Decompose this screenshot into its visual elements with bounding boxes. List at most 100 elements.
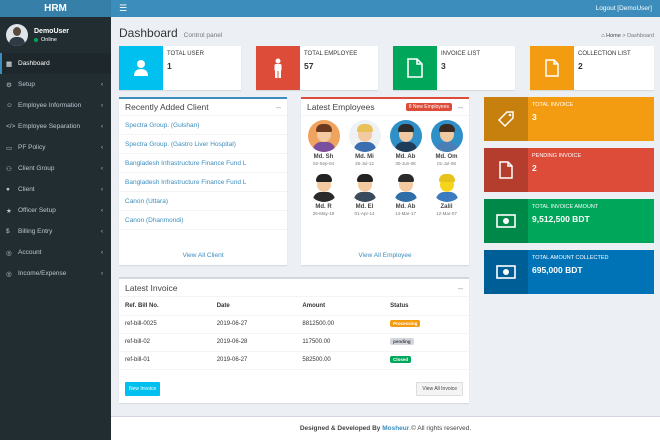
employee-name: Md. R — [315, 204, 332, 210]
sidebar-item-employee-separation[interactable]: </> Employee Separation ‹ — [0, 116, 111, 137]
employee-card[interactable]: Md. Om 01-Jul-08 — [426, 120, 467, 166]
sidebar-item-label: Account — [18, 249, 42, 256]
sidebar-item-employee-information[interactable]: ☺ Employee Information ‹ — [0, 95, 111, 116]
male-icon — [256, 46, 300, 90]
client-link[interactable]: Canon (Dhanmondi) — [119, 211, 287, 230]
sidebar-item-client-group[interactable]: ⚇ Client Group ‹ — [0, 158, 111, 179]
sidebar-item-label: Employee Separation — [18, 123, 81, 130]
summary-total-amount-collected[interactable]: TOTAL AMOUNT COLLECTED 695,000 BDT — [484, 250, 654, 294]
tag-icon — [484, 97, 528, 141]
client-link[interactable]: Spectra Group. (Gastro Liver Hospital) — [119, 135, 287, 154]
ref-cell: ref-bill-01 — [119, 351, 211, 370]
employee-card[interactable]: Md. Ab 14-Mar-17 — [385, 170, 426, 216]
info-box-collection-list[interactable]: COLLECTION LIST 2 — [530, 46, 654, 90]
sidebar-item-setup[interactable]: ⚙ Setup ‹ — [0, 74, 111, 95]
home-icon[interactable]: ⌂ — [601, 33, 604, 39]
user-icon: ● — [6, 186, 10, 193]
chevron-left-icon: ‹ — [101, 123, 103, 130]
sidebar-item-label: Dashboard — [18, 60, 50, 67]
client-link[interactable]: Canon (Uttara) — [119, 192, 287, 211]
summary-value: 2 — [532, 163, 537, 173]
info-label: TOTAL USER — [167, 51, 204, 57]
app-logo[interactable]: HRM — [0, 0, 111, 17]
box-title: Latest Invoice — [125, 282, 178, 293]
employee-date: 12-Mar-07 — [436, 211, 457, 216]
sidebar-item-label: Setup — [18, 81, 35, 88]
summary-value: 9,512,500 BDT — [532, 214, 590, 224]
collapse-icon[interactable]: – — [458, 102, 463, 112]
chevron-left-icon: ‹ — [101, 102, 103, 109]
sidebar-item-pf-policy[interactable]: ▭ PF Policy ‹ — [0, 137, 111, 158]
date-cell: 2019-06-28 — [210, 333, 297, 352]
info-label: COLLECTION LIST — [578, 51, 631, 57]
summary-total-invoice[interactable]: TOTAL INVOICE 3 — [484, 97, 654, 141]
gears-icon: ⚙ — [6, 81, 12, 89]
chevron-left-icon: ‹ — [101, 207, 103, 214]
sidebar-item-officer-setup[interactable]: ★ Officer Setup ‹ — [0, 200, 111, 221]
invoice-table: Ref. Bill No. Date Amount Status ref-bill-0… — [119, 297, 469, 370]
status-badge: Processing — [390, 320, 421, 327]
collapse-icon[interactable]: – — [276, 102, 281, 112]
view-all-employees-link[interactable]: View All Employee — [301, 252, 469, 259]
view-all-clients-link[interactable]: View All Client — [119, 252, 287, 259]
summary-total-invoice-amount[interactable]: TOTAL INVOICE AMOUNT 9,512,500 BDT — [484, 199, 654, 243]
avatar — [389, 120, 422, 152]
employee-card[interactable]: Md. El 01-Apr-14 — [344, 170, 385, 216]
table-row[interactable]: ref-bill-0025 2019-06-27 8812500.00 Process… — [119, 315, 469, 334]
latest-employees-box: Latest Employees 8 New Employees – Md. S… — [301, 97, 469, 265]
table-row[interactable]: ref-bill-01 2019-06-27 582500.00 Closed — [119, 351, 469, 370]
users-icon: ☺ — [6, 102, 13, 109]
avatar — [6, 24, 28, 46]
top-navbar: ☰ Logout [DemoUser] — [111, 0, 660, 17]
amount-cell: 582500.00 — [296, 351, 385, 370]
sidebar-item-client[interactable]: ● Client ‹ — [0, 179, 111, 200]
employee-card[interactable]: Md. Ab 30-Jun-08 — [385, 120, 426, 166]
collapse-icon[interactable]: – — [458, 283, 463, 293]
info-box-total-user[interactable]: TOTAL USER 1 — [119, 46, 241, 90]
info-value: 3 — [441, 61, 446, 71]
sidebar-item-billing-entry[interactable]: $ Billing Entry ‹ — [0, 221, 111, 242]
page-subtitle: Control panel — [183, 32, 223, 39]
ref-cell: ref-bill-0025 — [119, 315, 211, 334]
chevron-left-icon: ‹ — [101, 249, 103, 256]
sidebar-toggle-icon[interactable]: ☰ — [119, 3, 127, 14]
employee-card[interactable]: Md. Sh 02-Sep-04 — [303, 120, 344, 166]
client-link[interactable]: Bangladesh Infrastructure Finance Fund L — [119, 173, 287, 192]
summary-label: TOTAL INVOICE AMOUNT — [532, 204, 599, 210]
client-link[interactable]: Spectra Group. (Gulshan) — [119, 116, 287, 135]
summary-pending-invoice[interactable]: PENDING INVOICE 2 — [484, 148, 654, 192]
employee-card[interactable]: Zalil 12-Mar-07 — [426, 170, 467, 216]
new-invoice-button[interactable]: New Invoice — [125, 382, 161, 396]
footer-brand-link[interactable]: Mosheur — [382, 425, 409, 432]
info-box-invoice-list[interactable]: INVOICE LIST 3 — [393, 46, 515, 90]
employee-card[interactable]: Md. R 25-May-19 — [303, 170, 344, 216]
breadcrumb-home[interactable]: Home — [606, 33, 621, 39]
sidebar-item-account[interactable]: ◎ Account ‹ — [0, 242, 111, 263]
user-panel: DemoUser Online — [0, 17, 111, 53]
group-icon: ⚇ — [6, 165, 12, 173]
avatar — [307, 120, 340, 152]
employee-date: 25-May-19 — [312, 211, 335, 216]
footer-prefix: Designed & Developed By — [299, 425, 381, 432]
sidebar-item-dashboard[interactable]: ▦ Dashboard — [0, 53, 111, 74]
table-row[interactable]: ref-bill-02 2019-06-28 117500.00 pending — [119, 333, 469, 352]
sidebar-item-label: Income/Expense — [18, 270, 67, 277]
column-header: Date — [210, 297, 297, 316]
chevron-left-icon: ‹ — [101, 165, 103, 172]
summary-label: TOTAL AMOUNT COLLECTED — [532, 255, 609, 261]
employee-card[interactable]: Md. Mi 26-Jul-12 — [344, 120, 385, 166]
info-value: 57 — [304, 61, 314, 71]
client-link[interactable]: Bangladesh Infrastructure Finance Fund L — [119, 154, 287, 173]
employee-date: 14-Mar-17 — [395, 211, 416, 216]
status-cell: Closed — [384, 351, 469, 370]
new-employees-badge: 8 New Employees — [405, 103, 452, 111]
status-badge: Closed — [390, 356, 412, 363]
employee-date: 26-Jul-12 — [355, 161, 374, 166]
avatar — [430, 170, 463, 202]
sidebar-item-income-expense[interactable]: ◎ Income/Expense ‹ — [0, 263, 111, 284]
avatar — [430, 120, 463, 152]
info-box-total-employee[interactable]: TOTAL EMPLOYEE 57 — [256, 46, 378, 90]
logout-link[interactable]: Logout [DemoUser] — [596, 5, 652, 12]
summary-label: TOTAL INVOICE — [532, 102, 574, 108]
view-all-invoice-button[interactable]: View All Invoice — [416, 382, 463, 396]
